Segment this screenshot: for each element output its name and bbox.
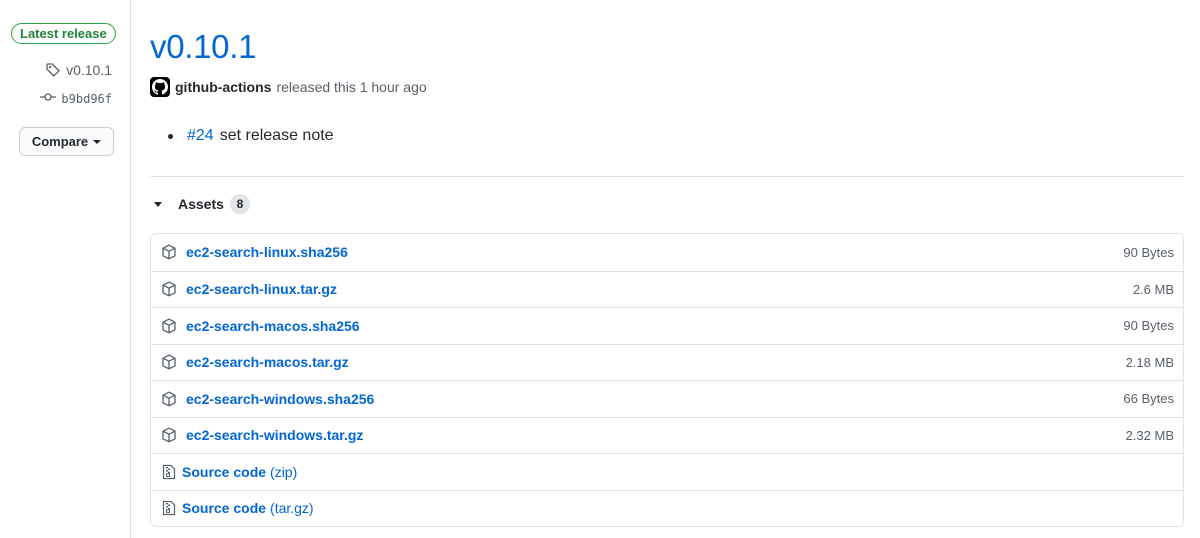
github-mark-icon[interactable]: [150, 77, 170, 97]
tag-label: v0.10.1: [66, 62, 112, 78]
assets-toggle[interactable]: Assets 8: [154, 194, 250, 214]
source-code-label[interactable]: Source code: [182, 500, 266, 516]
asset-size: 2.18 MB: [1125, 354, 1174, 370]
asset-name[interactable]: ec2-search-linux.tar.gz: [186, 281, 337, 297]
source-code-item[interactable]: Source code (zip): [151, 453, 1183, 490]
asset-size: 66 Bytes: [1123, 391, 1174, 407]
asset-size: 2.32 MB: [1125, 427, 1174, 443]
package-icon: [160, 317, 178, 335]
package-icon: [160, 243, 178, 261]
asset-item[interactable]: ec2-search-macos.sha256 90 Bytes: [151, 307, 1183, 344]
release-tag-link[interactable]: v0.10.1: [45, 62, 112, 78]
asset-size: 90 Bytes: [1123, 318, 1174, 334]
asset-name[interactable]: ec2-search-linux.sha256: [186, 244, 348, 260]
asset-item[interactable]: ec2-search-windows.sha256 66 Bytes: [151, 380, 1183, 417]
asset-item[interactable]: ec2-search-windows.tar.gz 2.32 MB: [151, 416, 1183, 454]
chevron-down-icon: [93, 139, 102, 144]
asset-item[interactable]: ec2-search-linux.sha256 90 Bytes: [151, 234, 1183, 271]
asset-size: 90 Bytes: [1123, 244, 1174, 260]
package-icon: [160, 280, 178, 298]
source-code-format: (zip): [270, 463, 298, 480]
asset-name[interactable]: ec2-search-macos.tar.gz: [186, 354, 349, 370]
package-icon: [160, 353, 178, 371]
release-sidebar: Latest release v0.10.1 b9bd96f Compare: [0, 0, 131, 538]
asset-item[interactable]: ec2-search-macos.tar.gz 2.18 MB: [151, 343, 1183, 381]
asset-list: ec2-search-linux.sha256 90 Bytes ec2-sea…: [150, 233, 1184, 527]
asset-item[interactable]: ec2-search-linux.tar.gz 2.6 MB: [151, 270, 1183, 308]
asset-name[interactable]: ec2-search-macos.sha256: [186, 318, 360, 334]
git-commit-icon: [40, 91, 57, 106]
note-text: set release note: [219, 127, 334, 144]
release-title[interactable]: v0.10.1: [150, 28, 256, 66]
asset-size: 2.6 MB: [1132, 281, 1174, 297]
release-author[interactable]: github-actions: [175, 79, 271, 95]
release-author-line: github-actions released this 1 hour ago: [150, 77, 427, 97]
file-zip-icon: [160, 463, 178, 481]
package-icon: [160, 390, 178, 408]
asset-name[interactable]: ec2-search-windows.sha256: [186, 391, 374, 407]
commit-link[interactable]: b9bd96f: [40, 91, 112, 106]
asset-name[interactable]: ec2-search-windows.tar.gz: [186, 427, 363, 443]
source-code-label[interactable]: Source code: [182, 464, 266, 480]
release-notes: #24 set release note: [168, 127, 334, 145]
divider: [150, 176, 1184, 177]
triangle-down-icon: [154, 201, 162, 207]
assets-count-badge: 8: [229, 194, 250, 214]
compare-label: Compare: [31, 134, 89, 149]
list-bullet: [168, 133, 173, 139]
latest-release-badge: Latest release: [11, 23, 116, 44]
compare-button[interactable]: Compare: [19, 127, 114, 156]
release-time: released this 1 hour ago: [276, 79, 427, 95]
package-icon: [160, 426, 178, 444]
file-zip-icon: [160, 499, 178, 517]
commit-sha: b9bd96f: [61, 91, 112, 106]
tag-icon: [45, 62, 61, 78]
note-issue-link[interactable]: #24: [187, 127, 214, 145]
assets-label: Assets: [178, 196, 224, 212]
source-code-item[interactable]: Source code (tar.gz): [151, 489, 1183, 527]
source-code-format: (tar.gz): [270, 500, 314, 517]
